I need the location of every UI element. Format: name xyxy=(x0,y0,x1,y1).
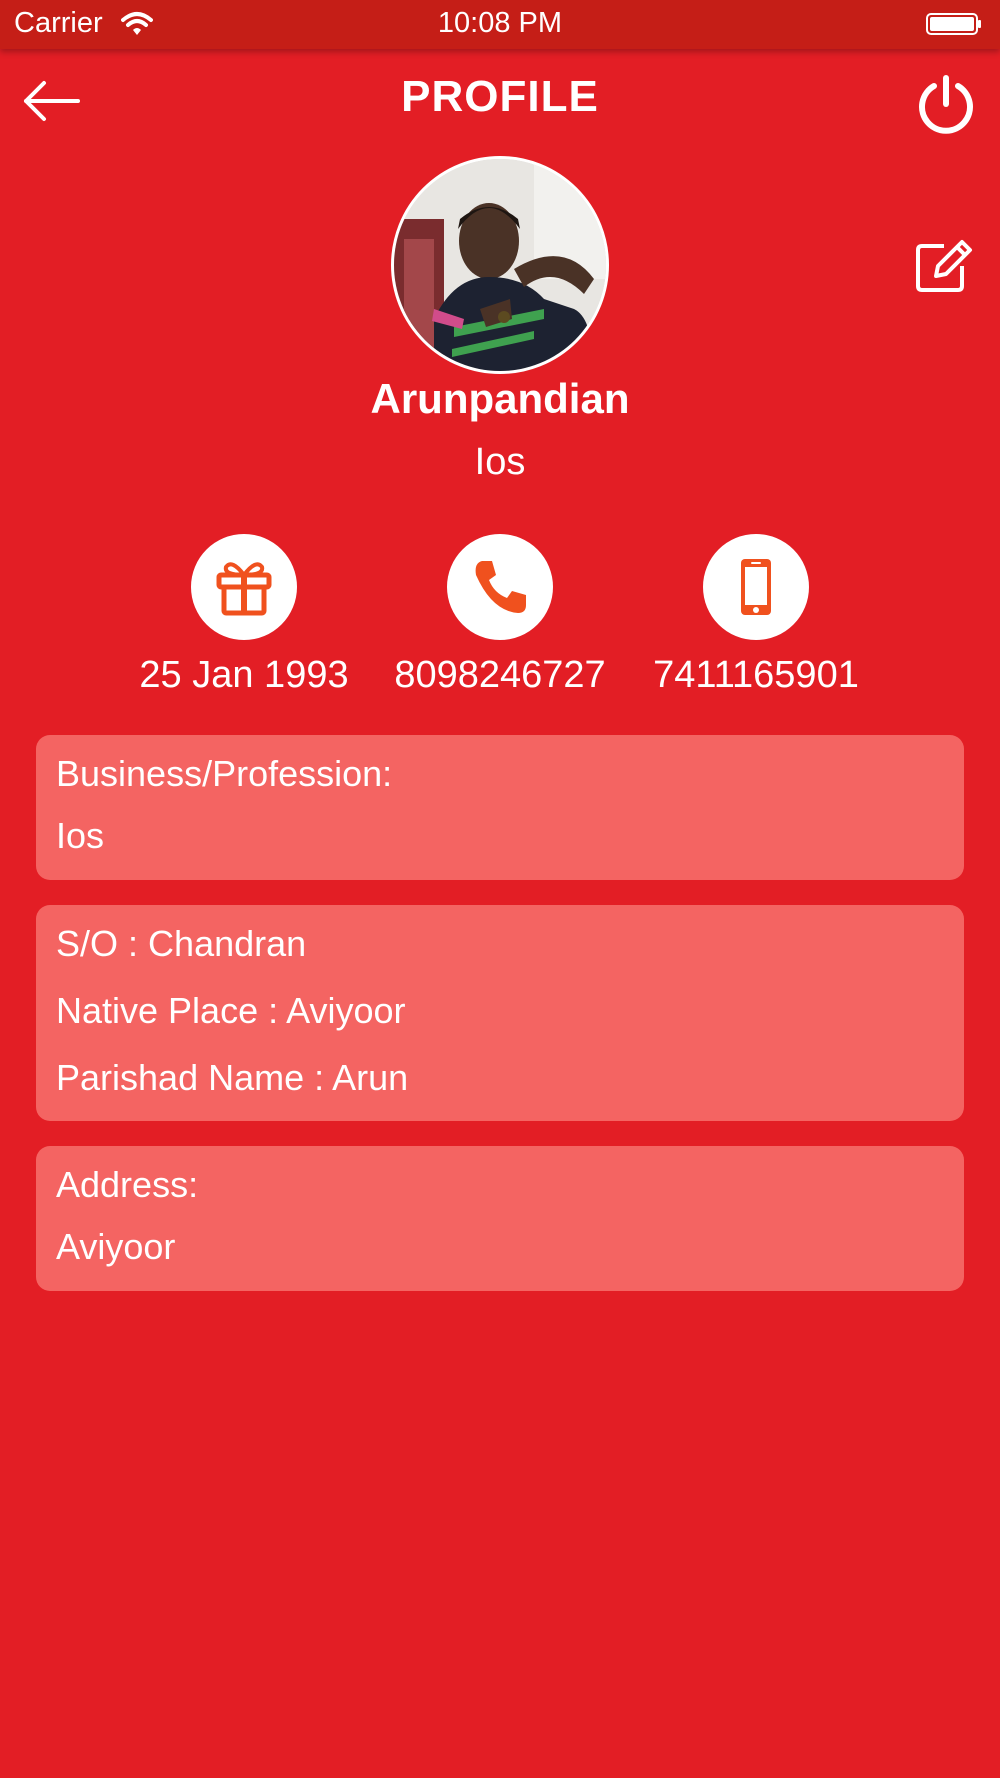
parishad-name-value: Arun xyxy=(332,1057,409,1098)
gift-icon xyxy=(216,562,272,616)
so-value: Chandran xyxy=(148,923,307,964)
battery-icon xyxy=(926,13,981,35)
profile-name: Arunpandian xyxy=(370,375,630,422)
parishad-name-label: Parishad Name : xyxy=(56,1057,325,1098)
page-title: PROFILE xyxy=(401,72,599,121)
profile-photo xyxy=(394,159,606,371)
native-place-row: Native Place : Aviyoor xyxy=(56,993,944,1029)
mobile-item[interactable]: 7411165901 xyxy=(636,534,876,697)
status-bar: Carrier 10:08 PM xyxy=(0,0,1000,49)
mobile-icon xyxy=(741,559,771,615)
mobile-value[interactable]: 7411165901 xyxy=(636,654,876,697)
power-icon xyxy=(919,75,973,134)
phone-item[interactable]: 8098246727 xyxy=(380,534,620,697)
edit-profile-button[interactable] xyxy=(914,236,974,296)
edit-icon xyxy=(916,240,972,292)
birthday-icon-circle xyxy=(191,534,297,640)
business-card: Business/Profession: Ios xyxy=(36,735,964,880)
clock: 10:08 PM xyxy=(437,7,563,39)
profile-subtitle: Ios xyxy=(474,441,526,483)
birthday-item: 25 Jan 1993 xyxy=(124,534,364,697)
parishad-name-row: Parishad Name : Arun xyxy=(56,1060,944,1096)
so-label: S/O : xyxy=(56,923,139,964)
address-label: Address: xyxy=(56,1164,199,1205)
phone-icon xyxy=(475,561,526,613)
native-place-value: Aviyoor xyxy=(286,990,406,1031)
address-card: Address: Aviyoor xyxy=(36,1146,964,1291)
so-row: S/O : Chandran xyxy=(56,905,944,962)
phone-icon-circle[interactable] xyxy=(447,534,553,640)
business-value: Ios xyxy=(56,815,105,856)
address-value: Aviyoor xyxy=(56,1226,176,1267)
details-card: S/O : Chandran Native Place : Aviyoor Pa… xyxy=(36,905,964,1121)
avatar xyxy=(391,156,609,374)
mobile-icon-circle[interactable] xyxy=(703,534,809,640)
logout-button[interactable] xyxy=(914,72,978,136)
phone-value[interactable]: 8098246727 xyxy=(380,654,620,697)
birthday-value: 25 Jan 1993 xyxy=(139,654,349,696)
native-place-label: Native Place : xyxy=(56,990,279,1031)
business-label: Business/Profession: xyxy=(56,753,393,794)
